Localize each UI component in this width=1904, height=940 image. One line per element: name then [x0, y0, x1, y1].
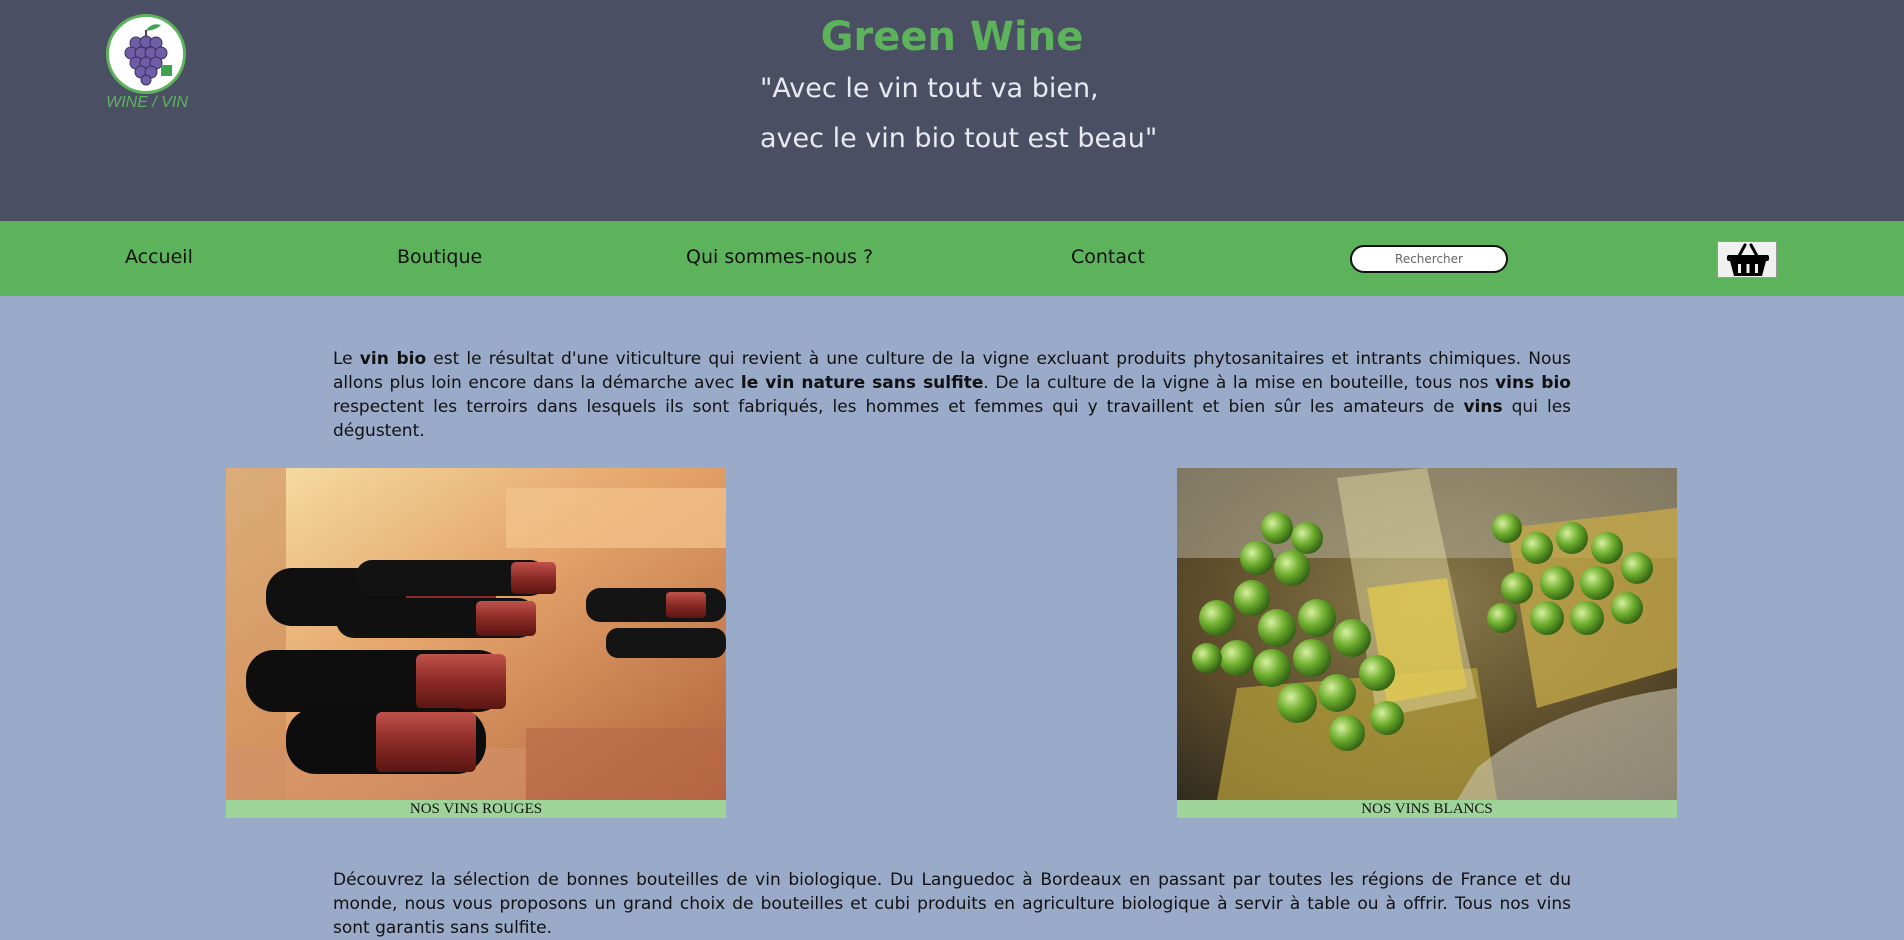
- tagline-line-2: avec le vin bio tout est beau": [760, 123, 1158, 154]
- intro-text-3: . De la culture de la vigne à la mise en…: [983, 373, 1496, 393]
- search-input[interactable]: [1350, 245, 1508, 273]
- nav-item-boutique[interactable]: Boutique: [397, 246, 482, 268]
- white-wines-caption[interactable]: NOS VINS BLANCS: [1177, 800, 1677, 818]
- white-wine-grapes-image[interactable]: [1177, 468, 1677, 800]
- tagline-line-1: "Avec le vin tout va bien,: [760, 73, 1099, 104]
- red-wine-bottles-image[interactable]: [226, 468, 726, 800]
- cart-button[interactable]: [1717, 241, 1777, 278]
- red-wines-caption[interactable]: NOS VINS ROUGES: [226, 800, 726, 818]
- intro-bold-1: vin bio: [359, 349, 427, 369]
- intro-text-4: respectent les terroirs dans lesquels il…: [333, 397, 1464, 417]
- red-wines-card[interactable]: NOS VINS ROUGES: [226, 468, 726, 818]
- site-header: WINE / VIN Green Wine "Avec le vin tout …: [0, 0, 1904, 221]
- white-wines-card[interactable]: NOS VINS BLANCS: [1177, 468, 1677, 818]
- site-title: Green Wine: [820, 14, 1084, 60]
- main-nav: Accueil Boutique Qui sommes-nous ? Conta…: [0, 221, 1904, 296]
- nav-item-qui-sommes-nous[interactable]: Qui sommes-nous ?: [686, 246, 873, 268]
- intro-text-1: Le: [333, 349, 360, 369]
- nav-item-contact[interactable]: Contact: [1071, 246, 1145, 268]
- basket-icon: [1727, 243, 1769, 276]
- logo-caption: WINE / VIN: [106, 94, 188, 111]
- nav-item-accueil[interactable]: Accueil: [125, 246, 193, 268]
- intro-bold-4: vins: [1463, 397, 1503, 417]
- intro-paragraph: Le vin bio est le résultat d'une viticul…: [333, 347, 1571, 443]
- outro-paragraph: Découvrez la sélection de bonnes bouteil…: [333, 870, 1571, 938]
- intro-bold-2: le vin nature sans sulfite: [740, 373, 984, 393]
- intro-bold-3: vins bio: [1495, 373, 1571, 393]
